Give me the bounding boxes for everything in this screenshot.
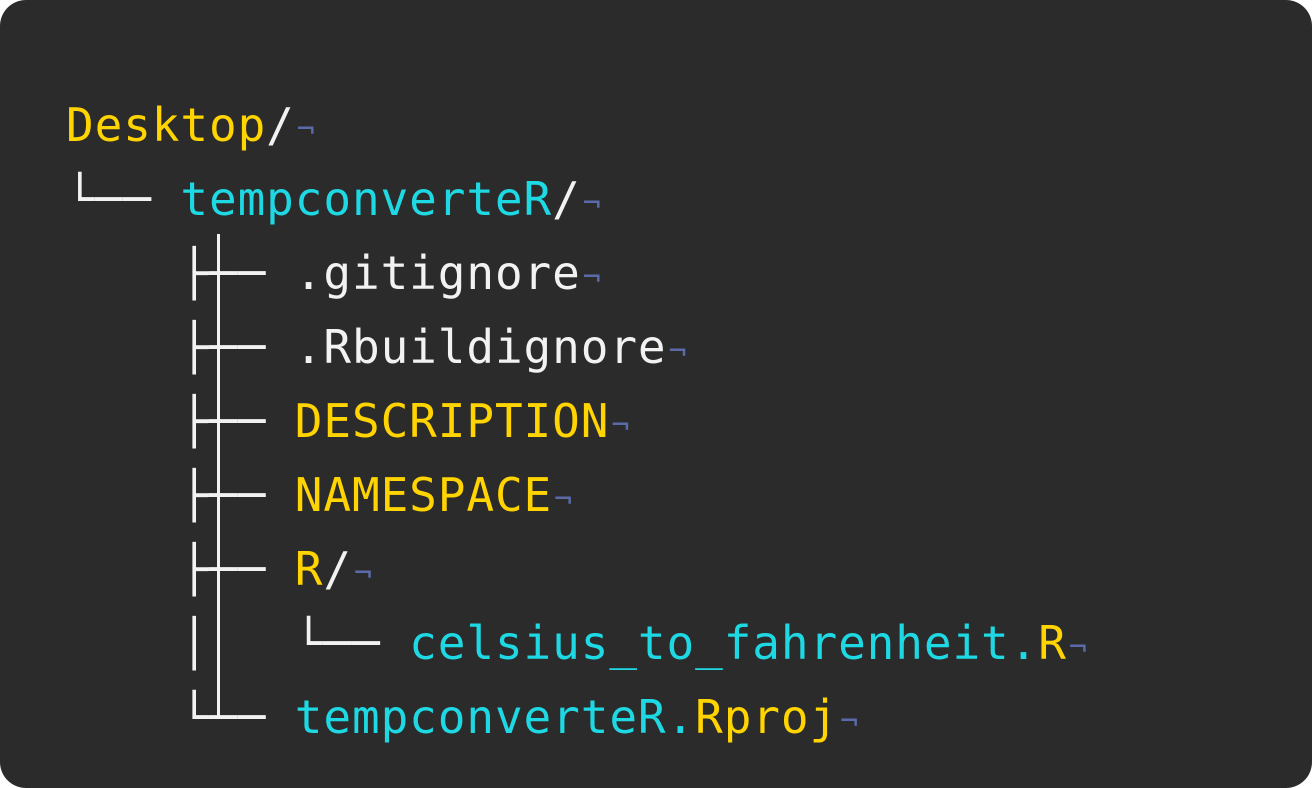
eol-marker-icon: ¬	[554, 482, 574, 517]
file-name: R	[294, 542, 324, 596]
tree-connector: ├──	[180, 320, 295, 374]
tree-guide	[66, 468, 180, 522]
eol-marker-icon: ¬	[296, 112, 316, 147]
tree-guide	[66, 542, 180, 596]
eol-marker-icon: ¬	[582, 186, 602, 221]
eol-marker-icon: ¬	[668, 334, 688, 369]
tree-connector: ├──	[180, 542, 295, 596]
eol-marker-icon: ¬	[582, 260, 602, 295]
tree-guide: │	[66, 616, 295, 670]
path-separator: /	[323, 542, 352, 596]
file-name: Desktop	[66, 98, 267, 152]
tree-guide	[66, 246, 180, 300]
path-separator: /	[552, 172, 581, 226]
tree-line: └── tempconverteR/¬	[66, 162, 1088, 236]
tree-guide	[66, 320, 180, 374]
tree-connector: └──	[294, 616, 410, 670]
terminal-panel: Desktop/¬ └── tempconverteR/¬ ├── .gitign…	[0, 0, 1312, 788]
file-name: tempconverteR.	[294, 690, 696, 744]
tree-guide	[66, 394, 180, 448]
tree-connector: └──	[180, 690, 295, 744]
tree-connector: ├──	[180, 246, 295, 300]
file-name: DESCRIPTION	[294, 394, 610, 448]
file-name: Rproj	[695, 690, 839, 744]
eol-marker-icon: ¬	[354, 556, 373, 591]
tree-connector: ├──	[180, 468, 295, 522]
tree-line: Desktop/¬	[66, 88, 1088, 162]
tree-connector: ├──	[180, 394, 295, 448]
file-name: .gitignore	[294, 246, 581, 300]
tree-connector: └──	[66, 172, 181, 226]
eol-marker-icon: ¬	[840, 704, 860, 739]
tree-guide	[66, 690, 180, 744]
path-separator: /	[266, 98, 295, 152]
eol-marker-icon: ¬	[611, 408, 631, 443]
tree-vertical-guide	[217, 234, 220, 718]
file-name: NAMESPACE	[294, 468, 553, 522]
eol-marker-icon: ¬	[1068, 630, 1088, 665]
file-name: tempconverteR	[180, 172, 553, 226]
file-name: .Rbuildignore	[294, 320, 667, 374]
file-name: R	[1038, 616, 1067, 670]
file-name: celsius_to_fahrenheit.	[409, 616, 1039, 670]
